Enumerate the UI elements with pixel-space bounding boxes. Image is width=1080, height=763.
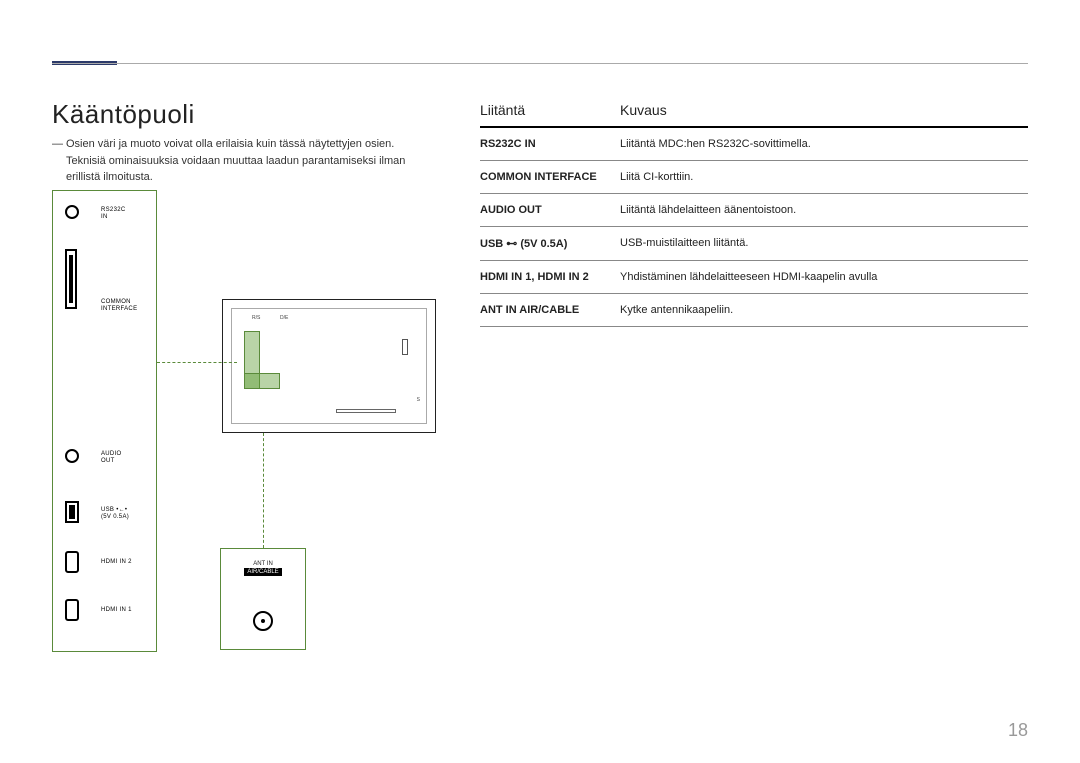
hdmi2-label: HDMI IN 2 <box>101 559 132 566</box>
table-header: Liitäntä Kuvaus <box>480 102 1028 128</box>
monitor-slot <box>402 339 408 355</box>
hdmi1-label: HDMI IN 1 <box>101 607 132 614</box>
connector-line <box>263 433 264 548</box>
audio-out-icon <box>65 449 79 463</box>
antenna-label-group: ANT IN AIR/CABLE <box>221 561 305 576</box>
antenna-panel: ANT IN AIR/CABLE <box>220 548 306 650</box>
hdmi1-port-icon <box>65 599 79 621</box>
ci-label: COMMON INTERFACE <box>101 299 137 313</box>
table-row: AUDIO OUT Liitäntä lähdelaitteen äänento… <box>480 194 1028 227</box>
rs232c-port-icon <box>65 205 79 219</box>
table-row: HDMI IN 1, HDMI IN 2 Yhdistäminen lähdel… <box>480 261 1028 294</box>
page-title: Kääntöpuoli <box>52 99 195 130</box>
table-row: ANT IN AIR/CABLE Kytke antennikaapeliin. <box>480 294 1028 327</box>
monitor-inner: R/S D/E S <box>231 308 427 424</box>
hdmi2-port-icon <box>65 551 79 573</box>
ci-slot-icon <box>65 249 77 309</box>
usb-port-icon <box>65 501 79 523</box>
table-row: RS232C IN Liitäntä MDC:hen RS232C-sovitt… <box>480 128 1028 161</box>
diagram-area: RS232C IN COMMON INTERFACE AUDIO OUT USB… <box>52 190 452 660</box>
top-divider <box>52 63 1028 64</box>
ant-cable-label: AIR/CABLE <box>244 568 281 576</box>
antenna-connector-icon <box>253 611 273 631</box>
usb-label: USB •←• (5V 0.5A) <box>101 507 129 521</box>
table-row: COMMON INTERFACE Liitä CI-korttiin. <box>480 161 1028 194</box>
ports-table: Liitäntä Kuvaus RS232C IN Liitäntä MDC:h… <box>480 102 1028 327</box>
ant-in-label: ANT IN <box>253 561 273 567</box>
page-number: 18 <box>1008 720 1028 741</box>
note-line1: Osien väri ja muoto voivat olla erilaisi… <box>66 138 394 150</box>
note-text: ―Osien väri ja muoto voivat olla erilais… <box>52 136 432 186</box>
monitor-bottom-strip <box>336 409 396 413</box>
col-header-port: Liitäntä <box>480 102 620 118</box>
table-row: USB ⊷ (5V 0.5A) USB-muistilaitteen liitä… <box>480 227 1028 261</box>
rs232c-label: RS232C IN <box>101 207 125 221</box>
port-panel: RS232C IN COMMON INTERFACE AUDIO OUT USB… <box>52 190 157 652</box>
connector-line <box>157 362 237 363</box>
audio-label: AUDIO OUT <box>101 451 122 465</box>
col-header-desc: Kuvaus <box>620 102 1028 118</box>
monitor-port-highlight <box>244 331 280 389</box>
monitor-rear-diagram: R/S D/E S <box>222 299 436 433</box>
note-line2: Teknisiä ominaisuuksia voidaan muuttaa l… <box>66 153 432 186</box>
